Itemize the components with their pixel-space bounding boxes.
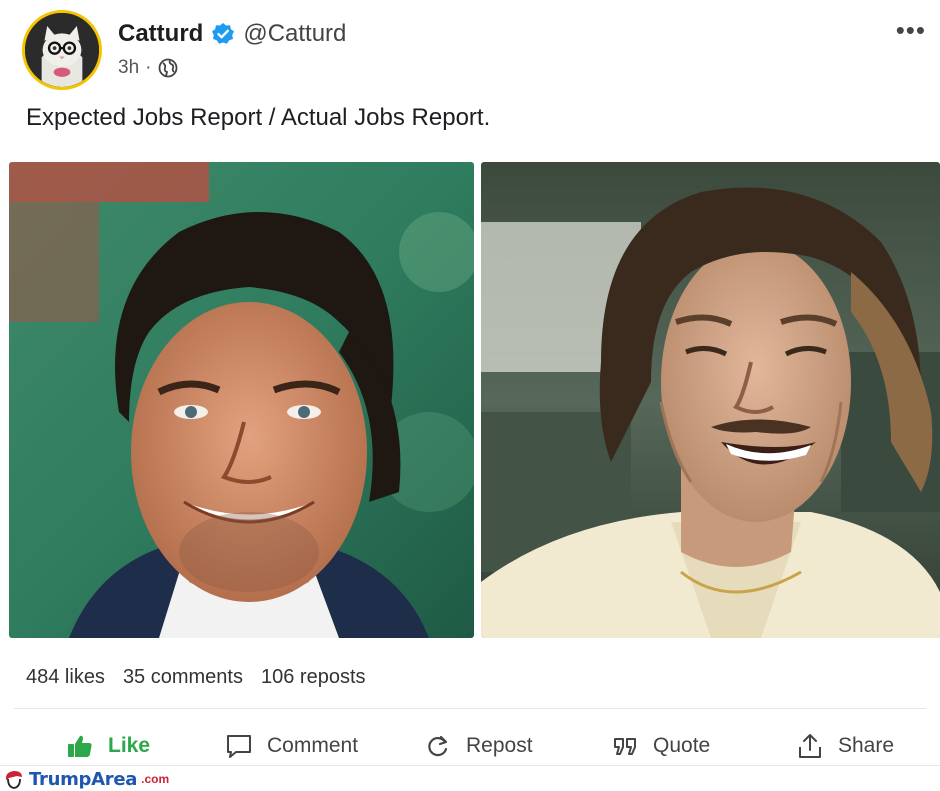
watermark-suffix: .com	[141, 772, 170, 786]
globe-icon	[157, 57, 179, 79]
more-options-button[interactable]: •••	[896, 17, 926, 43]
bottom-divider	[0, 765, 940, 766]
laughing-man-in-car-image	[481, 162, 940, 638]
reposts-count[interactable]: 106 reposts	[261, 666, 366, 689]
post-time[interactable]: 3h	[118, 57, 139, 79]
verified-badge-icon	[211, 22, 235, 46]
comment-button[interactable]: Comment	[225, 726, 358, 766]
share-label: Share	[838, 734, 895, 757]
comment-bubble-icon	[225, 732, 253, 760]
like-label: Like	[108, 734, 151, 757]
quote-label: Quote	[653, 734, 711, 757]
trump-silhouette-icon	[3, 768, 25, 790]
author-line: Catturd @Catturd	[118, 20, 346, 48]
author-name[interactable]: Catturd	[118, 20, 203, 48]
quote-button[interactable]: Quote	[611, 726, 710, 766]
stats-divider	[14, 708, 926, 709]
cat-avatar-icon	[25, 13, 99, 87]
post-text: Expected Jobs Report / Actual Jobs Repor…	[26, 104, 491, 131]
repost-button[interactable]: Repost	[424, 726, 533, 766]
repost-arrow-icon	[424, 732, 452, 760]
quote-marks-icon	[611, 732, 639, 760]
meta-separator: ·	[145, 57, 152, 78]
comment-label: Comment	[267, 734, 359, 757]
action-bar: Like Comment Repost Quote Share	[0, 726, 940, 766]
watermark-brand: TrumpArea	[29, 768, 138, 790]
author-avatar[interactable]	[22, 10, 102, 90]
share-button[interactable]: Share	[796, 726, 894, 766]
post-meta: 3h ·	[118, 57, 179, 79]
share-upload-icon	[796, 732, 824, 760]
watermark-logo: TrumpArea .com	[3, 767, 176, 791]
author-handle[interactable]: @Catturd	[243, 20, 346, 48]
post-image-left[interactable]	[9, 162, 474, 638]
like-button[interactable]: Like	[66, 726, 150, 766]
comments-count[interactable]: 35 comments	[123, 666, 243, 689]
likes-count[interactable]: 484 likes	[26, 666, 105, 689]
post-image-right[interactable]	[481, 162, 940, 638]
smiling-man-portrait-image	[9, 162, 474, 638]
thumbs-up-icon	[66, 732, 94, 760]
repost-label: Repost	[466, 734, 533, 757]
post-stats: 484 likes 35 comments 106 reposts	[26, 666, 366, 689]
social-post: Catturd @Catturd 3h · ••• Expected Jobs …	[0, 0, 940, 791]
